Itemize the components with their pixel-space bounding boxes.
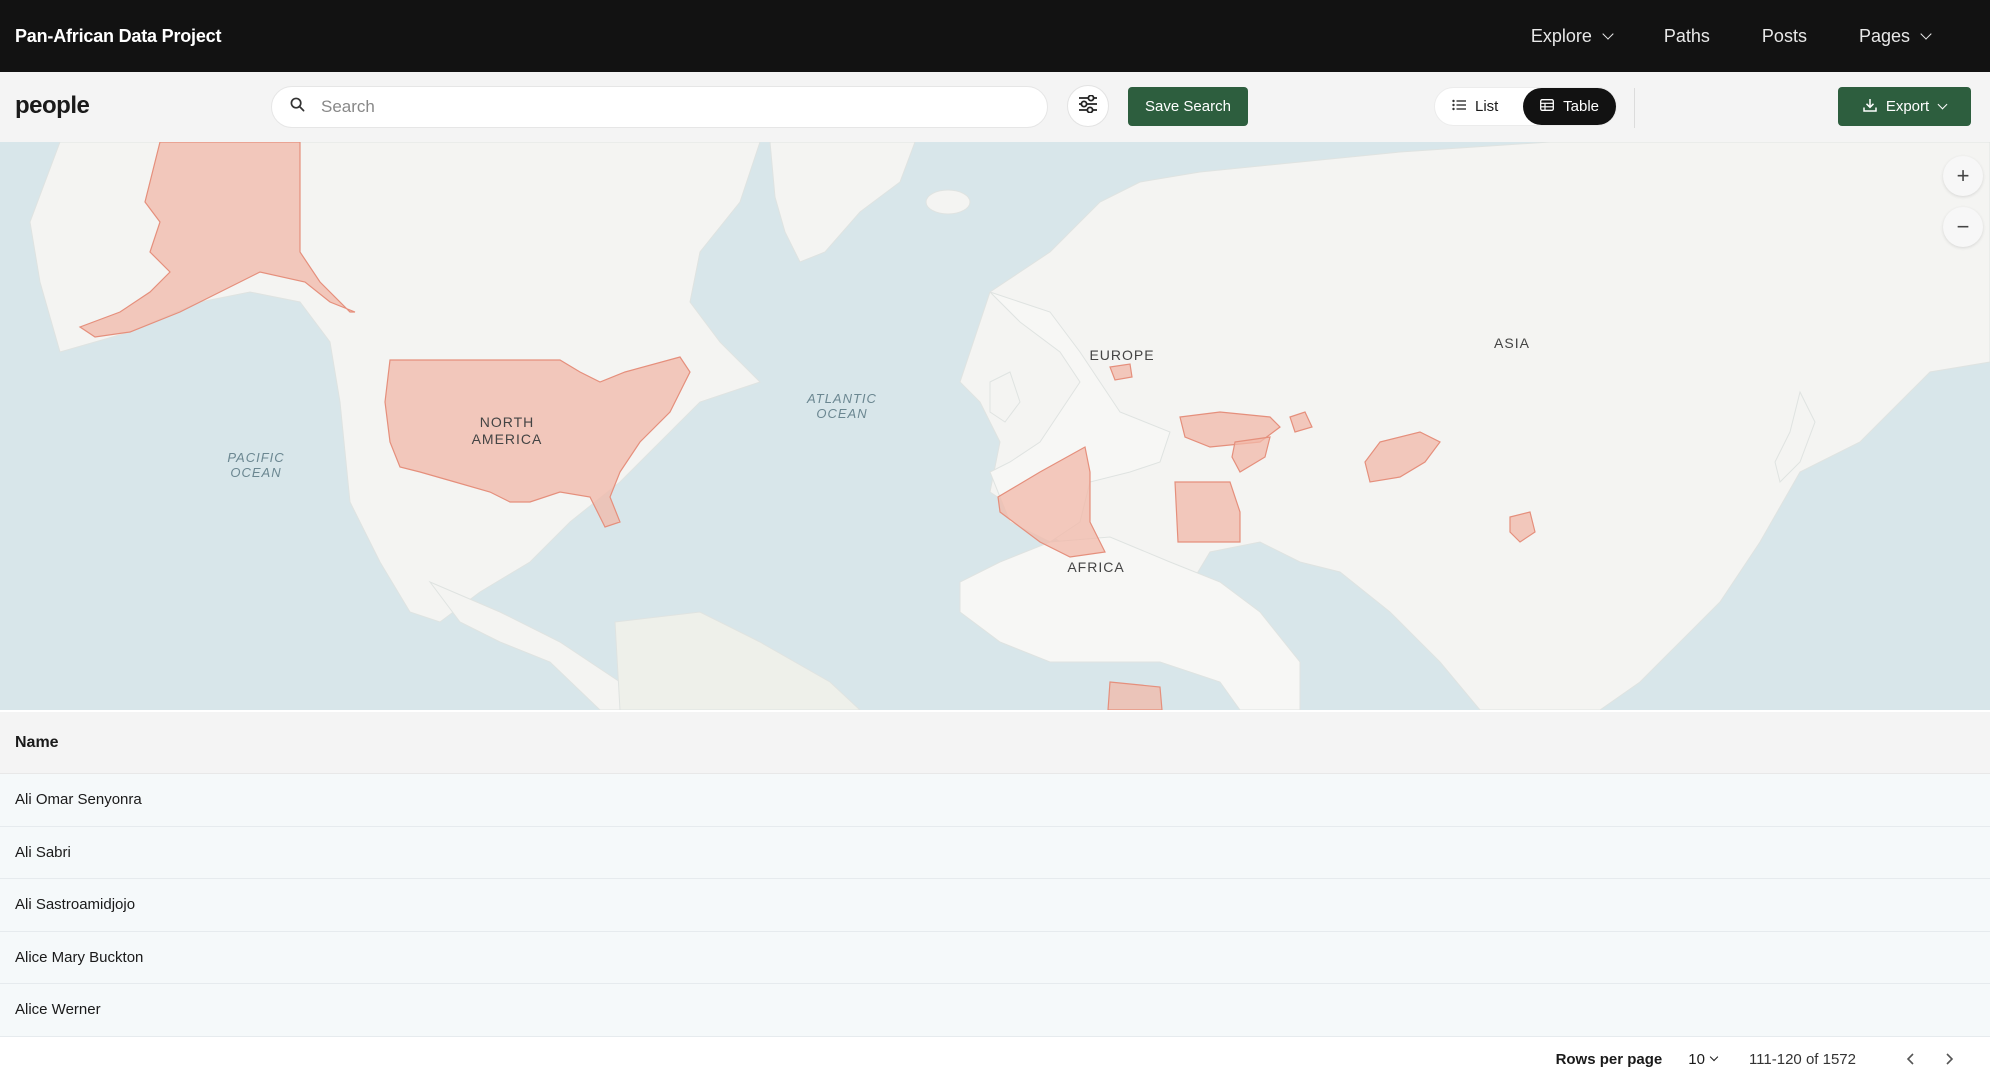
label-north-america: NORTH AMERICA [472, 414, 543, 447]
label-pacific-ocean: PACIFIC OCEAN [227, 450, 284, 480]
chevron-right-icon [1946, 1053, 1954, 1065]
label-africa: AFRICA [1067, 559, 1124, 575]
table-icon [1540, 98, 1555, 115]
rows-per-page-select[interactable]: 10 [1688, 1050, 1719, 1068]
map-canvas: NORTH AMERICA EUROPE ASIA AFRICA ATLANTIC… [0, 142, 1990, 710]
download-icon [1863, 98, 1877, 116]
rows-per-page-value: 10 [1688, 1050, 1705, 1068]
region-angola [1107, 681, 1163, 710]
list-icon [1452, 98, 1466, 115]
sliders-icon [1078, 94, 1098, 118]
toolbar: people Save Search List [0, 72, 1990, 142]
zoom-in-button[interactable]: + [1943, 156, 1983, 196]
page-title: people [15, 92, 90, 119]
brand-logo[interactable]: Pan-African Data Project [15, 26, 221, 47]
rows-per-page-label: Rows per page [1555, 1050, 1663, 1068]
region-egypt [1174, 481, 1241, 543]
nav-pages[interactable]: Pages [1858, 25, 1932, 47]
chevron-down-icon [1937, 99, 1948, 109]
page-range: 111-120 of 1572 [1748, 1050, 1856, 1068]
view-table-label: Table [1563, 98, 1599, 115]
table-row[interactable]: Alice Werner [0, 984, 1990, 1037]
view-toggle: List Table [1434, 87, 1617, 126]
nav-explore-label: Explore [1530, 25, 1592, 46]
top-navbar: Pan-African Data Project Explore Paths P… [0, 0, 1990, 72]
chevron-down-icon [1920, 27, 1932, 40]
table-row[interactable]: Alice Mary Buckton [0, 931, 1990, 984]
label-europe: EUROPE [1089, 347, 1154, 363]
chevron-down-icon [1709, 1052, 1719, 1062]
nav-paths[interactable]: Paths [1664, 26, 1710, 47]
prev-page-button[interactable] [1900, 1048, 1922, 1070]
table-row[interactable]: Ali Sabri [0, 826, 1990, 879]
next-page-button[interactable] [1938, 1048, 1960, 1070]
search-icon [290, 97, 305, 117]
view-list-button[interactable]: List [1435, 88, 1515, 125]
label-atlantic-ocean: ATLANTIC OCEAN [806, 391, 877, 421]
table-row[interactable]: Ali Omar Senyonra [0, 774, 1990, 827]
export-label: Export [1885, 98, 1930, 115]
view-table-button[interactable]: Table [1523, 88, 1616, 125]
search-input[interactable] [321, 97, 1021, 117]
save-search-button[interactable]: Save Search [1128, 87, 1248, 126]
nav-links: Explore Paths Posts Pages [1531, 0, 1990, 72]
nav-explore[interactable]: Explore [1530, 25, 1614, 47]
nav-pages-label: Pages [1858, 25, 1910, 46]
zoom-out-button[interactable]: − [1943, 207, 1983, 247]
label-asia: ASIA [1494, 335, 1530, 351]
export-button[interactable]: Export [1838, 87, 1971, 126]
column-header-name[interactable]: Name [0, 712, 1990, 774]
world-map[interactable]: NORTH AMERICA EUROPE ASIA AFRICA ATLANTIC… [0, 142, 1990, 710]
land-iceland [925, 189, 971, 215]
nav-posts[interactable]: Posts [1762, 26, 1807, 47]
view-list-label: List [1475, 98, 1499, 115]
toolbar-divider [1634, 88, 1635, 128]
chevron-left-icon [1906, 1053, 1914, 1065]
search-bar[interactable] [271, 86, 1048, 128]
filter-button[interactable] [1067, 85, 1109, 127]
table-row[interactable]: Ali Sastroamidjojo [0, 879, 1990, 932]
pagination: Rows per page 10 111-120 of 1572 [0, 1040, 1990, 1078]
chevron-down-icon [1602, 27, 1614, 40]
people-table: Name Ali Omar Senyonra Ali Sabri Ali Sas… [0, 712, 1990, 1037]
